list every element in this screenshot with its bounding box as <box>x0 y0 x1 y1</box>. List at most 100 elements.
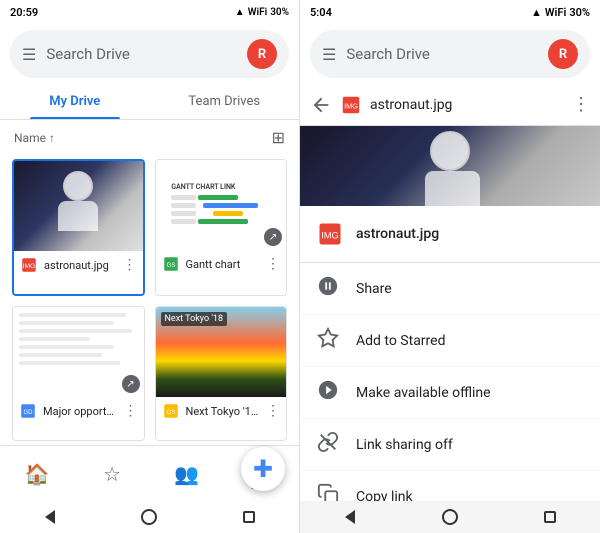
starred-label: Add to Starred <box>356 333 445 349</box>
home-icon: 🏠 <box>25 462 50 486</box>
file-name-row-right: IMG astronaut.jpg <box>300 206 600 263</box>
bottom-nav-left: 🏠 ☆ 👥 📁 Files ✚ <box>0 445 299 501</box>
file-name-header-right: astronaut.jpg <box>370 97 564 113</box>
nav-home[interactable]: 🏠 <box>0 462 75 486</box>
home-circle-icon <box>141 509 157 525</box>
file-header-right: IMG astronaut.jpg ⋮ <box>300 84 600 126</box>
link-sharing-label: Link sharing off <box>356 437 453 453</box>
search-bar-right[interactable]: ☰ Search Drive R <box>310 30 590 78</box>
doc-file-icon: GD <box>19 402 37 420</box>
tabs-left: My Drive Team Drives <box>0 84 299 120</box>
files-grid: IMG astronaut.jpg ⋮ GANTT CHART LINK ↗ <box>0 155 299 445</box>
back-arrow-right[interactable] <box>310 94 332 116</box>
svg-text:GD: GD <box>24 410 34 416</box>
link-icon <box>316 431 340 458</box>
recents-square-icon <box>243 511 255 523</box>
home-button-left[interactable] <box>139 507 159 527</box>
thumb-gantt: GANTT CHART LINK ↗ <box>156 160 287 250</box>
svg-text:GS: GS <box>166 410 175 416</box>
status-bar-left: 20:59 ▲ WiFi 30% <box>0 0 299 24</box>
back-triangle-icon-right <box>345 510 355 524</box>
nav-starred[interactable]: ☆ <box>75 462 150 486</box>
more-options-right[interactable]: ⋮ <box>572 94 590 115</box>
status-icons-right: ▲ WiFi 30% <box>531 6 590 19</box>
slides-file-icon: GS <box>162 402 180 420</box>
thumb-astronaut <box>14 161 143 251</box>
right-panel: 5:04 ▲ WiFi 30% ☰ Search Drive R IMG ast… <box>300 0 600 533</box>
file-info-major: GD Major opportunity ... ⋮ <box>13 397 144 425</box>
file-list-header: Name ↑ ⊞ <box>0 120 299 155</box>
hamburger-icon-right[interactable]: ☰ <box>322 45 336 64</box>
tab-team-drives[interactable]: Team Drives <box>150 84 300 119</box>
file-name-astronaut: astronaut.jpg <box>44 259 117 272</box>
sheets-file-icon: GS <box>162 255 180 273</box>
file-name-gantt: Gantt chart <box>186 258 261 271</box>
hamburger-icon-left[interactable]: ☰ <box>22 45 36 64</box>
grid-view-icon[interactable]: ⊞ <box>272 128 285 147</box>
more-icon-tokyo[interactable]: ⋮ <box>266 403 280 419</box>
svg-text:IMG: IMG <box>321 231 339 241</box>
back-button-left[interactable] <box>40 507 60 527</box>
back-button-right[interactable] <box>340 507 360 527</box>
image-file-icon: IMG <box>20 256 38 274</box>
menu-list-right: Share Add to Starred Make available offl… <box>300 263 600 501</box>
svg-text:IMG: IMG <box>344 101 358 110</box>
tab-my-drive[interactable]: My Drive <box>0 84 150 119</box>
file-card-gantt[interactable]: GANTT CHART LINK ↗ GS Gantt chart ⋮ <box>155 159 288 296</box>
home-circle-icon-right <box>442 509 458 525</box>
file-name-in-menu: astronaut.jpg <box>356 226 439 242</box>
fab-plus-icon: ✚ <box>253 455 273 483</box>
status-icons-left: ▲ WiFi 30% <box>235 7 289 18</box>
shared-icon-gantt: ↗ <box>264 228 282 246</box>
file-preview-right <box>300 126 600 206</box>
home-button-right[interactable] <box>440 507 460 527</box>
search-text-right[interactable]: Search Drive <box>346 45 538 63</box>
file-info-tokyo: GS Next Tokyo '18 提案｜Co... ⋮ <box>156 397 287 425</box>
menu-item-offline[interactable]: Make available offline <box>300 367 600 419</box>
menu-item-copy-link[interactable]: Copy link <box>300 471 600 501</box>
file-icon-large-right: IMG <box>316 220 344 248</box>
time-left: 20:59 <box>10 6 38 19</box>
sort-name[interactable]: Name ↑ <box>14 131 55 145</box>
tokyo-label: Next Tokyo '18 <box>161 312 228 326</box>
share-icon <box>316 275 340 302</box>
left-panel: 20:59 ▲ WiFi 30% ☰ Search Drive R My Dri… <box>0 0 300 533</box>
svg-text:IMG: IMG <box>23 263 36 270</box>
avatar-right[interactable]: R <box>548 39 578 69</box>
file-type-icon-right: IMG <box>340 94 362 116</box>
file-info-gantt: GS Gantt chart ⋮ <box>156 250 287 278</box>
recents-square-icon-right <box>544 511 556 523</box>
file-info-astronaut: IMG astronaut.jpg ⋮ <box>14 251 143 279</box>
thumb-major: ↗ <box>13 307 144 397</box>
svg-text:GS: GS <box>166 263 175 269</box>
system-nav-left <box>0 501 299 533</box>
star-nav-icon: ☆ <box>103 462 121 486</box>
search-bar-left[interactable]: ☰ Search Drive R <box>10 30 289 78</box>
fab-button[interactable]: ✚ <box>241 447 285 491</box>
more-icon-major[interactable]: ⋮ <box>124 403 138 419</box>
menu-item-starred[interactable]: Add to Starred <box>300 315 600 367</box>
avatar-left[interactable]: R <box>247 39 277 69</box>
share-label: Share <box>356 281 392 297</box>
file-name-tokyo: Next Tokyo '18 提案｜Co... <box>186 403 261 419</box>
nav-shared[interactable]: 👥 <box>150 462 225 486</box>
file-card-tokyo[interactable]: Next Tokyo '18 GS Next Tokyo '18 提案｜Co..… <box>155 306 288 441</box>
star-icon <box>316 327 340 354</box>
file-card-astronaut[interactable]: IMG astronaut.jpg ⋮ <box>12 159 145 296</box>
menu-item-link-sharing[interactable]: Link sharing off <box>300 419 600 471</box>
more-icon-astronaut[interactable]: ⋮ <box>123 257 137 273</box>
back-triangle-icon <box>45 510 55 524</box>
file-name-major: Major opportunity ... <box>43 405 118 418</box>
recents-button-left[interactable] <box>239 507 259 527</box>
more-icon-gantt[interactable]: ⋮ <box>266 256 280 272</box>
menu-item-share[interactable]: Share <box>300 263 600 315</box>
people-icon: 👥 <box>174 462 199 486</box>
time-right: 5:04 <box>310 6 332 19</box>
search-text-left[interactable]: Search Drive <box>46 45 237 63</box>
shared-icon-major: ↗ <box>122 375 140 393</box>
offline-label: Make available offline <box>356 385 491 401</box>
recents-button-right[interactable] <box>540 507 560 527</box>
copy-link-icon <box>316 483 340 501</box>
file-card-major[interactable]: ↗ GD Major opportunity ... ⋮ <box>12 306 145 441</box>
system-nav-right <box>300 501 600 533</box>
